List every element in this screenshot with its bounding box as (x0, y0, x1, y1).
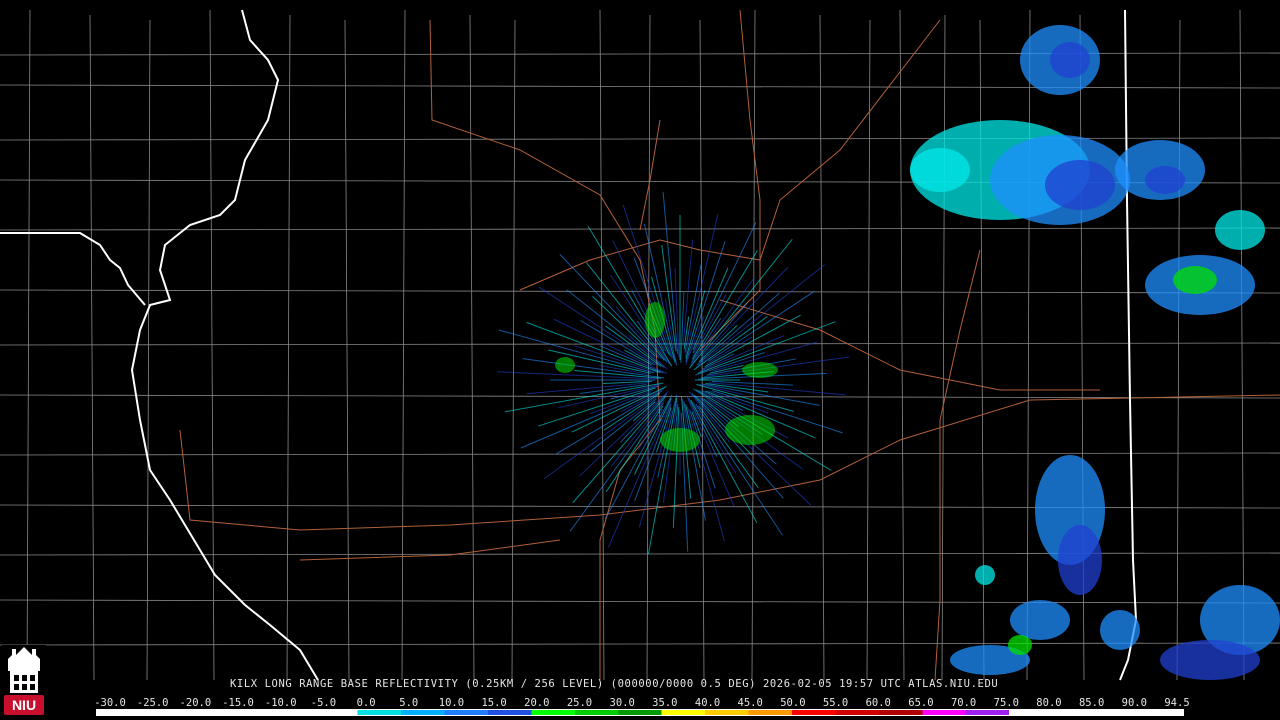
county-line (1176, 19, 1181, 681)
highway-line (299, 539, 561, 561)
dbz-scale-label: -5.0 (310, 697, 337, 709)
highway-line (934, 249, 981, 681)
county-line (0, 289, 1280, 294)
echo-blob (742, 362, 778, 378)
radar-spoke (680, 292, 685, 364)
dbz-scale-label: 90.0 (1121, 697, 1147, 709)
county-line (899, 9, 905, 681)
radar-spoke (543, 395, 659, 480)
dbz-scale-labels: -30.0 -25.0 -20.0 -15.0 -10.0 -5.0 0.0 5.0 10.0 1… (0, 697, 1280, 709)
dbz-scale-label: 65.0 (908, 697, 934, 709)
echo-blob (555, 357, 575, 373)
county-line (866, 19, 871, 681)
dbz-scale-label: -10.0 (264, 697, 297, 709)
echo-blob (1100, 610, 1140, 650)
dbz-scale-label: 50.0 (780, 697, 806, 709)
dbz-scale-label: 60.0 (865, 697, 891, 709)
echo-blob (910, 148, 970, 192)
dbz-scale-label: 10.0 (438, 697, 465, 709)
county-line (751, 9, 756, 681)
dbz-scale-label: 40.0 (694, 697, 721, 709)
dbz-scale-label: 55.0 (822, 697, 849, 709)
dbz-scale-label: 85.0 (1078, 697, 1105, 709)
echo-blob (1045, 160, 1115, 210)
dbz-scale-label: 20.0 (524, 697, 550, 709)
reflectivity-echoes (910, 25, 1280, 680)
product-title: KILX LONG RANGE BASE REFLECTIVITY (0.25K… (230, 678, 999, 690)
county-line (0, 84, 1280, 89)
echo-blob (1145, 166, 1185, 194)
county-line (0, 642, 1280, 646)
dbz-scale-label: 70.0 (950, 697, 977, 709)
echo-blob (645, 302, 665, 338)
echo-blob (1010, 600, 1070, 640)
county-line (0, 599, 1280, 604)
radar-spoke (704, 314, 801, 368)
highway-line (179, 394, 1280, 531)
clocktower-logo-icon: NIU (2, 645, 46, 718)
county-line (146, 19, 151, 681)
dbz-scale-label: 80.0 (1036, 697, 1062, 709)
echo-blob (725, 415, 775, 445)
dbz-scale-label: 75.0 (993, 697, 1019, 709)
radar-spoke (686, 406, 725, 542)
echo-blob (1008, 635, 1032, 655)
county-line (469, 14, 475, 681)
radar-spoke (520, 392, 651, 449)
dbz-scale-label: 15.0 (481, 697, 507, 709)
dbz-scale-label: 0.0 (356, 697, 376, 709)
echo-blob (975, 565, 995, 585)
dbz-scale-label: -30.0 (94, 697, 126, 709)
highway-line (519, 19, 941, 291)
county-line (941, 14, 946, 681)
dbz-color-scale (96, 709, 1184, 716)
dbz-scale-label: -15.0 (222, 697, 254, 709)
county-line (1026, 9, 1031, 681)
state-boundary-east (1119, 9, 1138, 681)
radar-spoke (638, 410, 672, 528)
dbz-scale-label: 94.5 (1164, 697, 1190, 709)
highway-line (639, 119, 661, 231)
dbz-scale-label: 45.0 (737, 697, 763, 709)
county-line (511, 19, 516, 681)
state-boundary-north (0, 232, 146, 306)
echo-blob (1058, 525, 1102, 595)
dbz-scale-label: 35.0 (652, 697, 678, 709)
dbz-scale-label: 5.0 (399, 697, 419, 709)
county-line (819, 14, 825, 681)
echo-blob (1050, 42, 1090, 78)
logo-text: NIU (12, 697, 36, 713)
county-line (599, 9, 605, 681)
radar-spoke (696, 292, 780, 366)
county-line (89, 14, 95, 681)
radar-spoke (572, 396, 666, 504)
echo-blob (1215, 210, 1265, 250)
dbz-scale-label: -25.0 (136, 697, 169, 709)
echo-blob (1160, 640, 1260, 680)
radar-clutter-spokes (497, 191, 850, 555)
radar-map (0, 9, 1280, 681)
dbz-scale-label: -20.0 (179, 697, 212, 709)
echo-blob (660, 428, 700, 452)
highway-line (429, 19, 661, 680)
highway-line (699, 9, 761, 351)
county-line (344, 19, 350, 681)
county-line (1239, 9, 1245, 681)
radar-spoke (711, 380, 793, 386)
highway-line (719, 299, 1100, 391)
dbz-scale-label: 30.0 (609, 697, 635, 709)
dbz-scale-label: 25.0 (566, 697, 593, 709)
county-line (401, 9, 406, 681)
echo-blob (1173, 266, 1217, 294)
radar-spoke (587, 226, 673, 367)
county-line (286, 14, 291, 681)
highway-lines (179, 9, 1280, 681)
